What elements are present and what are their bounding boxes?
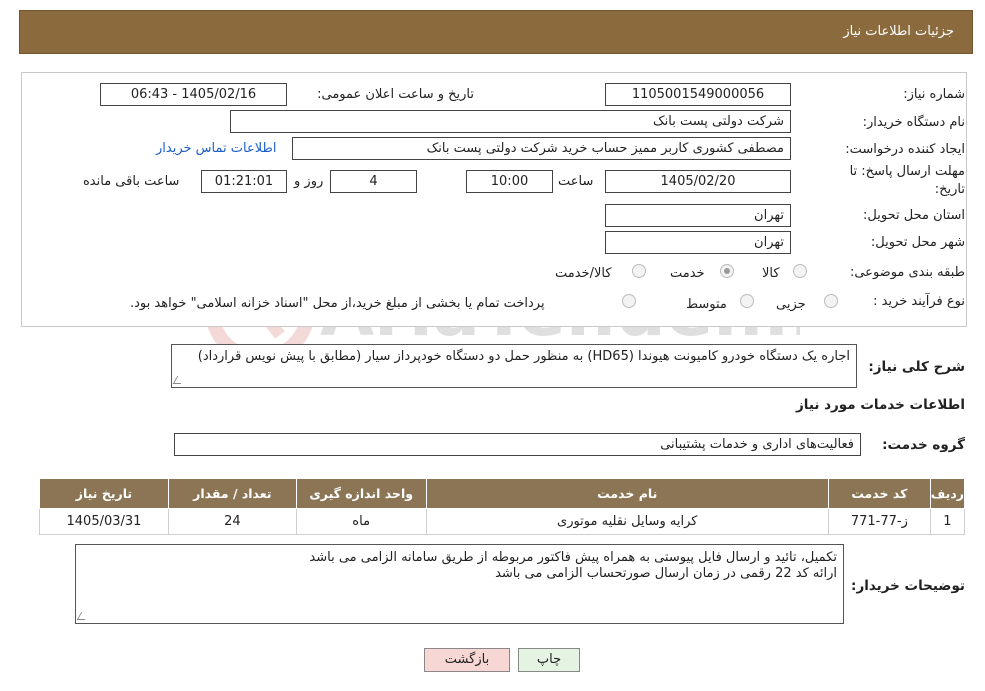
- city-field[interactable]: تهران: [605, 231, 791, 254]
- process-option-medium: متوسط: [686, 297, 727, 312]
- deadline-time-field[interactable]: 10:00: [466, 170, 553, 193]
- services-section-title: اطلاعات خدمات مورد نیاز: [795, 397, 965, 413]
- cell-need-date: 1405/03/31: [39, 508, 169, 535]
- cell-service-code: ز-77-771: [827, 508, 931, 535]
- process-radio-minor[interactable]: [824, 294, 838, 308]
- days-label: روز و: [294, 174, 324, 189]
- print-button[interactable]: چاپ: [518, 648, 580, 672]
- table-header-row: ردیف کد خدمت نام خدمت واحد اندازه گیری ت…: [39, 478, 966, 509]
- province-label: استان محل تحویل:: [863, 208, 965, 223]
- buyer-notes-label: توضیحات خریدار:: [851, 578, 965, 594]
- buyer-notes-line2: ارائه کد 22 رقمی در زمان ارسال صورتحساب …: [495, 566, 837, 581]
- process-option-minor: جزیی: [776, 297, 806, 312]
- buyer-notes-textarea[interactable]: تکمیل، تائید و ارسال فایل پیوستی به همرا…: [75, 544, 844, 624]
- cell-unit: ماه: [295, 508, 427, 535]
- buyer-contact-link[interactable]: اطلاعات تماس خریدار: [156, 141, 276, 156]
- category-radio-goods-service[interactable]: [632, 264, 646, 278]
- requester-label: ایجاد کننده درخواست:: [845, 142, 965, 157]
- cell-quantity: 24: [167, 508, 297, 535]
- page-title: جزئیات اطلاعات نیاز: [843, 24, 954, 39]
- resize-grip-icon[interactable]: [172, 376, 186, 384]
- treasury-note: پرداخت تمام یا بخشی از مبلغ خرید،از محل …: [130, 296, 545, 311]
- description-textarea[interactable]: اجاره یک دستگاه خودرو کامیونت هیوندا (HD…: [171, 344, 857, 388]
- description-text: اجاره یک دستگاه خودرو کامیونت هیوندا (HD…: [197, 349, 850, 364]
- col-header-need-date: تاریخ نیاز: [39, 478, 169, 509]
- page-header: جزئیات اطلاعات نیاز: [19, 10, 973, 54]
- requester-field[interactable]: مصطفی کشوری کاربر ممیز حساب خرید شرکت دو…: [292, 137, 791, 160]
- category-radio-service[interactable]: [720, 264, 734, 278]
- buyer-org-field[interactable]: شرکت دولتی پست بانک: [230, 110, 791, 133]
- deadline-time-label: ساعت: [558, 174, 594, 189]
- buyer-notes-line1: تکمیل، تائید و ارسال فایل پیوستی به همرا…: [309, 550, 837, 565]
- process-radio-medium[interactable]: [740, 294, 754, 308]
- category-option-goods-service: کالا/خدمت: [555, 266, 612, 281]
- city-label: شهر محل تحویل:: [870, 235, 965, 250]
- province-field[interactable]: تهران: [605, 204, 791, 227]
- description-label: شرح کلی نیاز:: [868, 359, 965, 375]
- category-option-service: خدمت: [670, 266, 705, 281]
- service-group-label: گروه خدمت:: [882, 437, 965, 453]
- deadline-label-line1: مهلت ارسال پاسخ: تا: [849, 164, 965, 179]
- services-table: ردیف کد خدمت نام خدمت واحد اندازه گیری ت…: [39, 478, 966, 535]
- cell-row-number: 1: [929, 508, 966, 535]
- remaining-time-label: ساعت باقی مانده: [83, 174, 180, 189]
- back-button[interactable]: بازگشت: [424, 648, 510, 672]
- col-header-unit: واحد اندازه گیری: [295, 478, 427, 509]
- deadline-label-line2: تاریخ:: [934, 182, 965, 197]
- category-option-goods: کالا: [762, 266, 780, 281]
- need-number-field[interactable]: 1105001549000056: [605, 83, 791, 106]
- col-header-service-name: نام خدمت: [425, 478, 829, 509]
- col-header-quantity: تعداد / مقدار: [167, 478, 297, 509]
- remaining-days-field[interactable]: 4: [330, 170, 417, 193]
- deadline-date-field[interactable]: 1405/02/20: [605, 170, 791, 193]
- treasury-checkbox[interactable]: [622, 294, 636, 308]
- col-header-row-number: ردیف: [929, 478, 966, 509]
- need-number-label: شماره نیاز:: [903, 87, 965, 102]
- buyer-org-label: نام دستگاه خریدار:: [862, 115, 965, 130]
- purchase-process-label: نوع فرآیند خرید :: [873, 294, 965, 309]
- announce-datetime-label: تاریخ و ساعت اعلان عمومی:: [317, 87, 474, 102]
- remaining-time-field[interactable]: 01:21:01: [201, 170, 287, 193]
- table-row: 1 ز-77-771 کرایه وسایل نقلیه موتوری ماه …: [39, 508, 966, 535]
- category-label: طبقه بندی موضوعی:: [849, 265, 965, 280]
- announce-datetime-field[interactable]: 1405/02/16 - 06:43: [100, 83, 287, 106]
- col-header-service-code: کد خدمت: [827, 478, 931, 509]
- resize-grip-icon[interactable]: [76, 612, 90, 620]
- category-radio-goods[interactable]: [793, 264, 807, 278]
- service-group-field[interactable]: فعالیت‌های اداری و خدمات پشتیبانی: [174, 433, 861, 456]
- cell-service-name: کرایه وسایل نقلیه موتوری: [425, 508, 829, 535]
